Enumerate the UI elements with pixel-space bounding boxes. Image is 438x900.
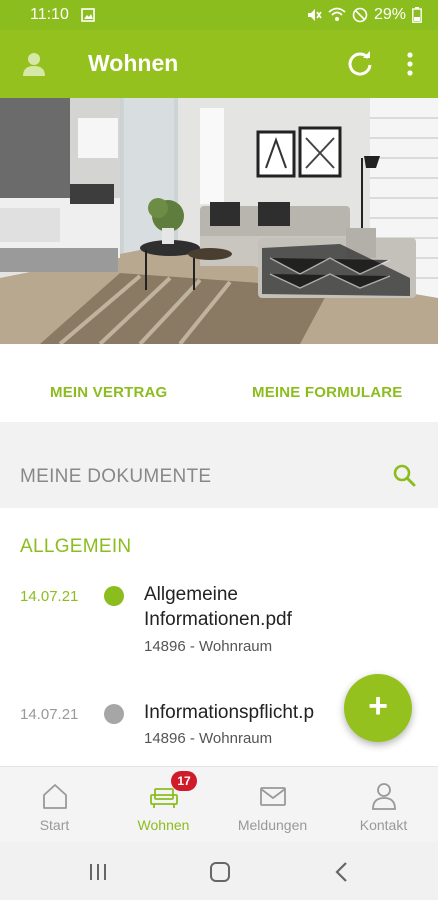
add-icon: + (368, 687, 388, 725)
search-icon[interactable] (392, 463, 416, 487)
app-bar: Wohnen (0, 30, 438, 98)
nav-item-meldungen[interactable]: Meldungen (218, 767, 327, 843)
bottom-navigation: Start 17 Wohnen Meldungen Kontakt (0, 766, 438, 842)
nav-item-start[interactable]: Start (0, 767, 109, 843)
back-icon[interactable] (328, 858, 356, 886)
do-not-disturb-icon (352, 7, 368, 23)
more-vert-icon[interactable] (398, 50, 422, 78)
home-button-icon[interactable] (206, 858, 234, 886)
status-bar: 11:10 29% (0, 0, 438, 30)
battery-percent: 29% (373, 6, 406, 23)
apartment-illustration (0, 98, 438, 344)
nav-label: Kontakt (359, 817, 408, 833)
image-icon (81, 8, 95, 22)
page-title: Wohnen (88, 50, 179, 76)
status-dot (104, 704, 124, 724)
recent-apps-icon[interactable] (84, 858, 112, 886)
person-icon (372, 783, 396, 810)
refresh-icon[interactable] (346, 50, 374, 78)
add-button[interactable]: + (344, 674, 412, 742)
tab-meine-formulare[interactable]: MEINE FORMULARE (252, 384, 403, 401)
document-subtitle: 14896 - Wohnraum (144, 730, 273, 747)
nav-label: Start (39, 817, 70, 833)
nav-item-wohnen[interactable]: 17 Wohnen (109, 767, 218, 843)
document-subtitle: 14896 - Wohnraum (144, 638, 273, 655)
nav-label: Meldungen (237, 817, 308, 833)
tab-mein-vertrag[interactable]: MEIN VERTRAG (50, 384, 167, 401)
system-navigation-bar (0, 842, 438, 900)
status-time: 11:10 (30, 6, 69, 23)
nav-label: Wohnen (137, 817, 190, 833)
mute-icon (307, 9, 322, 21)
documents-header-label: MEINE DOKUMENTE (20, 466, 212, 487)
status-dot (104, 586, 124, 606)
document-date: 14.07.21 (20, 588, 79, 605)
battery-icon (412, 7, 422, 23)
account-icon[interactable] (20, 50, 48, 78)
notification-badge: 17 (171, 771, 197, 791)
document-name: Informationspflicht.p (144, 702, 315, 723)
nav-item-kontakt[interactable]: Kontakt (329, 767, 438, 843)
section-title: ALLGEMEIN (20, 536, 132, 557)
wifi-icon (328, 7, 346, 21)
document-date: 14.07.21 (20, 706, 79, 723)
document-name: Allgemeine Informationen.pdf (144, 584, 292, 630)
documents-header: MEINE DOKUMENTE (0, 422, 438, 508)
apartment-photo (0, 98, 438, 344)
document-item[interactable]: 14.07.21 Allgemeine Informationen.pdf 14… (0, 578, 438, 668)
mail-icon (260, 787, 286, 806)
home-icon (43, 784, 67, 809)
contract-tabs: MEIN VERTRAG MEINE FORMULARE (0, 344, 438, 422)
